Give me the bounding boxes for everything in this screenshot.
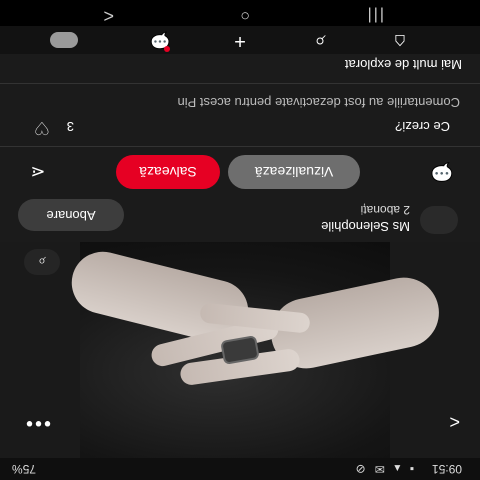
more-options-icon[interactable]: ••• (24, 411, 51, 434)
heart-icon[interactable]: ♡ (34, 117, 50, 138)
save-button[interactable]: Salvează (116, 155, 220, 189)
share-icon[interactable]: ⋖ (24, 160, 52, 182)
back-icon[interactable]: < (449, 411, 460, 432)
screen: 09:51 ▪ ▴ ✉ ⊘ 75% < ••• ⌕ Ms Selenophile… (0, 0, 480, 480)
notification-badge (164, 46, 170, 52)
status-time: 09:51 (431, 462, 462, 476)
sleeve-left (390, 242, 480, 458)
comments-heading: Ce crezi? (395, 119, 450, 134)
subscribe-button[interactable]: Abonare (18, 199, 124, 231)
recent-apps-icon[interactable]: ||| (366, 6, 384, 24)
system-home-icon[interactable]: ○ (240, 6, 250, 24)
divider (0, 83, 480, 84)
nav-search-icon[interactable]: ⌕ (304, 29, 336, 52)
bottom-nav: ⌂ ⌕ + 💬 (0, 26, 480, 54)
likes-count: 3 (66, 119, 74, 134)
system-back-icon[interactable]: < (103, 5, 114, 26)
comments-disabled-text: Comentariile au fost dezactivate pentru … (177, 95, 460, 110)
nav-messages-icon[interactable]: 💬 (144, 30, 176, 50)
status-icons: ▪ ▴ ✉ ⊘ (352, 462, 414, 476)
divider (0, 146, 480, 147)
system-nav: ||| ○ < (0, 0, 480, 26)
avatar[interactable] (420, 206, 458, 234)
explore-heading: Mai mult de explorat (344, 57, 462, 72)
nav-create-icon[interactable]: + (224, 29, 256, 52)
follower-count: 2 abonați (360, 203, 410, 217)
nav-home-icon[interactable]: ⌂ (384, 29, 416, 52)
visual-search-icon[interactable]: ⌕ (24, 249, 60, 275)
nav-profile-avatar[interactable] (48, 26, 80, 52)
visit-button[interactable]: Vizualizează (228, 155, 360, 189)
status-bar: 09:51 ▪ ▴ ✉ ⊘ 75% (0, 458, 480, 480)
pin-image[interactable]: < ••• (0, 242, 480, 458)
creator-name[interactable]: Ms Selenophile (321, 219, 410, 234)
comment-icon[interactable]: 💬 (426, 160, 458, 182)
battery-level: 75% (12, 462, 37, 476)
